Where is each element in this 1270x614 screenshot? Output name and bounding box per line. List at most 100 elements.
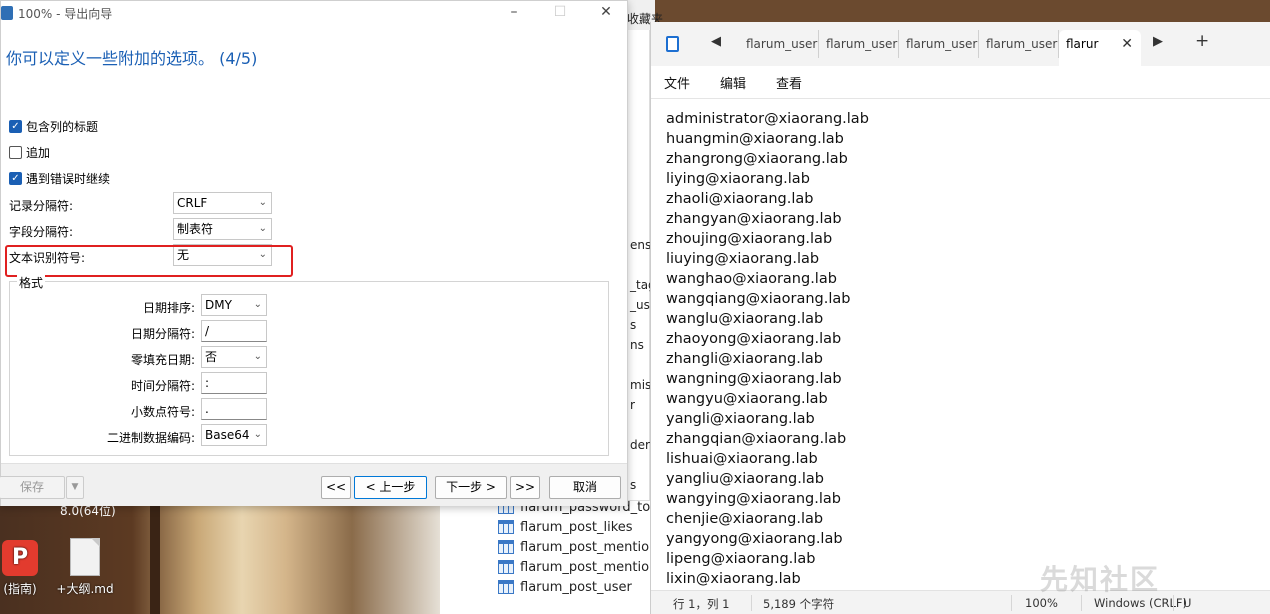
table-icon: [498, 560, 514, 574]
list-item[interactable]: s: [630, 478, 636, 492]
notepad-menubar: 文件 编辑 查看: [651, 66, 1270, 98]
text-line: zhangyan@xiaorang.lab: [666, 211, 842, 227]
text-line: yangyong@xiaorang.lab: [666, 531, 843, 547]
zero-padding-select[interactable]: 否 ⌄: [201, 346, 267, 368]
continue-on-error-checkbox[interactable]: ✓: [9, 171, 22, 185]
time-delimiter-input[interactable]: :: [201, 372, 267, 394]
desktop-icon-label: +大纲.md: [56, 582, 114, 596]
list-item[interactable]: s: [630, 318, 636, 332]
tab-file[interactable]: flarum_users: [819, 30, 899, 58]
chevron-down-icon: ⌄: [253, 299, 262, 310]
append-option[interactable]: 追加: [9, 143, 50, 161]
minimize-button[interactable]: –: [491, 1, 537, 25]
desktop-icon-label: (指南): [3, 582, 37, 596]
first-step-button[interactable]: <<: [321, 476, 351, 499]
zoom-level[interactable]: 100%: [1025, 596, 1058, 610]
chevron-down-icon: ⌄: [258, 197, 267, 208]
wizard-titlebar[interactable]: 100% - 导出向导 – ☐ ✕: [1, 1, 627, 25]
navicat-table-list: flarum_password_toke flarum_post_likes f…: [440, 500, 665, 614]
date-order-select[interactable]: DMY ⌄: [201, 294, 267, 316]
text-line: zhaoli@xiaorang.lab: [666, 191, 814, 207]
date-order-label: 日期排序:: [142, 301, 195, 315]
table-item[interactable]: flarum_post_user: [498, 577, 632, 597]
text-line: wangyu@xiaorang.lab: [666, 391, 828, 407]
back-button[interactable]: < 上一步: [354, 476, 427, 499]
list-item[interactable]: der: [630, 438, 650, 452]
text-line: liying@xiaorang.lab: [666, 171, 810, 187]
chevron-down-icon: ⌄: [253, 351, 262, 362]
divider: [1173, 595, 1174, 611]
date-delimiter-input[interactable]: /: [201, 320, 267, 342]
text-line: wangying@xiaorang.lab: [666, 491, 841, 507]
document-icon: [70, 538, 100, 576]
encoding[interactable]: U: [1183, 596, 1191, 610]
notepad-statusbar: 行 1，列 1 5,189 个字符 100% Windows (CRLF) U: [651, 590, 1270, 614]
text-line: zhangli@xiaorang.lab: [666, 351, 823, 367]
format-group-title: 格式: [17, 274, 46, 291]
notepad-editor[interactable]: administrator@xiaorang.lab huangmin@xiaor…: [651, 98, 1270, 590]
next-button[interactable]: 下一步 >: [435, 476, 507, 499]
table-item[interactable]: flarum_post_likes: [498, 517, 633, 537]
table-icon: [498, 520, 514, 534]
chevron-down-icon: ⌄: [258, 223, 267, 234]
tab-scroll-left-icon[interactable]: ◀: [711, 34, 721, 49]
cancel-button[interactable]: 取消: [549, 476, 621, 499]
include-headers-checkbox[interactable]: ✓: [9, 119, 22, 133]
record-delimiter-label: 记录分隔符:: [9, 199, 74, 213]
desktop-background: P (指南) +大纲.md 8.0(64位): [0, 500, 440, 614]
table-name: flarum_post_likes: [520, 519, 633, 535]
table-item[interactable]: flarum_post_mentions: [498, 557, 664, 577]
tab-file[interactable]: flarum_users: [979, 30, 1059, 58]
decimal-symbol-input[interactable]: .: [201, 398, 267, 420]
list-item[interactable]: ns: [630, 338, 644, 352]
desktop-icon-wps[interactable]: P (指南): [0, 540, 55, 597]
tab-file-active[interactable]: flarur ✕: [1059, 30, 1141, 66]
binary-encoding-select[interactable]: Base64 ⌄: [201, 424, 267, 446]
include-headers-label: 包含列的标题: [26, 119, 99, 134]
list-item[interactable]: r: [630, 398, 635, 412]
last-step-button[interactable]: >>: [510, 476, 540, 499]
table-icon: [498, 540, 514, 554]
text-line: lixin@xiaorang.lab: [666, 571, 801, 587]
date-order-value: DMY: [205, 298, 232, 312]
text-line: zhangqian@xiaorang.lab: [666, 431, 847, 447]
text-line: administrator@xiaorang.lab: [666, 111, 869, 127]
maximize-button[interactable]: ☐: [537, 1, 583, 25]
field-delimiter-select[interactable]: 制表符 ⌄: [173, 218, 272, 240]
record-delimiter-value: CRLF: [177, 196, 208, 210]
wizard-step-heading: 你可以定义一些附加的选项。 (4/5): [6, 49, 258, 68]
table-item[interactable]: flarum_post_mentions: [498, 537, 664, 557]
date-delimiter-label: 日期分隔符:: [130, 327, 195, 341]
wizard-footer: 保存 ▼ << < 上一步 下一步 > >> 取消: [0, 463, 627, 506]
tab-scroll-right-icon[interactable]: ▶: [1153, 34, 1163, 49]
menu-edit[interactable]: 编辑: [720, 73, 746, 92]
text-line: liuying@xiaorang.lab: [666, 251, 820, 267]
save-button[interactable]: 保存: [0, 476, 65, 499]
close-tab-icon[interactable]: ✕: [1121, 30, 1133, 58]
window-frame: [150, 500, 160, 614]
include-headers-option[interactable]: ✓ 包含列的标题: [9, 117, 98, 135]
close-button[interactable]: ✕: [583, 1, 629, 25]
text-line: lipeng@xiaorang.lab: [666, 551, 816, 567]
continue-on-error-option[interactable]: ✓ 遇到错误时继续: [9, 169, 110, 187]
save-dropdown-button[interactable]: ▼: [66, 476, 84, 499]
list-item[interactable]: ens: [630, 238, 651, 252]
text-line: zhoujing@xiaorang.lab: [666, 231, 833, 247]
text-line: lishuai@xiaorang.lab: [666, 451, 818, 467]
record-delimiter-select[interactable]: CRLF ⌄: [173, 192, 272, 214]
new-tab-button[interactable]: +: [1195, 31, 1209, 51]
text-line: huangmin@xiaorang.lab: [666, 131, 844, 147]
desktop-icon-markdown[interactable]: +大纲.md: [50, 538, 120, 597]
table-name: flarum_post_mentions: [520, 559, 665, 575]
binary-encoding-label: 二进制数据编码:: [106, 431, 195, 445]
menu-view[interactable]: 查看: [776, 73, 802, 92]
tab-file[interactable]: flarum_users: [739, 30, 819, 58]
continue-on-error-label: 遇到错误时继续: [26, 171, 111, 186]
text-line: wangning@xiaorang.lab: [666, 371, 842, 387]
wizard-title: 100% - 导出向导: [18, 7, 113, 21]
tab-file[interactable]: flarum_users: [899, 30, 979, 58]
table-name: flarum_post_user: [520, 579, 632, 595]
append-checkbox[interactable]: [9, 145, 22, 159]
menu-file[interactable]: 文件: [664, 73, 690, 92]
chevron-down-icon: ⌄: [253, 429, 262, 440]
